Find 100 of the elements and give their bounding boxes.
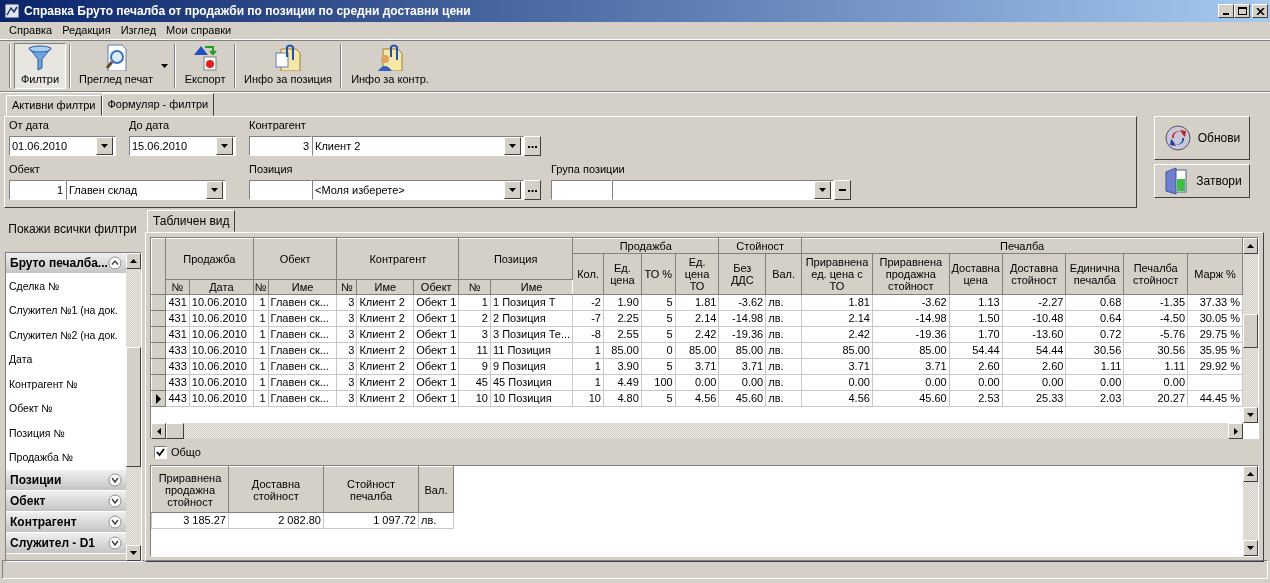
menu-item[interactable]: Редакция — [57, 21, 116, 40]
table-cell: 25.33 — [1002, 390, 1066, 407]
column-header[interactable]: Печалба стойност — [1123, 253, 1188, 295]
dropdown-button[interactable] — [206, 181, 223, 200]
menu-item[interactable]: Мои справки — [161, 21, 237, 40]
column-header[interactable]: Доставна стойност — [1002, 253, 1066, 295]
table-cell: 1 — [253, 294, 269, 311]
show-all-filters-button[interactable]: Покажи всички филтри — [0, 214, 145, 244]
tab[interactable]: Табличен вид — [147, 210, 236, 233]
column-header[interactable]: Доставна цена — [949, 253, 1003, 295]
select-field[interactable]: Клиент 2 — [312, 136, 524, 157]
code-field[interactable]: 3 — [249, 136, 312, 157]
toolbar-button[interactable]: Експорт — [179, 42, 232, 89]
close-button[interactable] — [1252, 4, 1268, 18]
filter-group-header[interactable]: Позиции — [6, 470, 126, 491]
filter-item[interactable]: Позиция № — [6, 421, 126, 446]
filter-item[interactable]: Служител №1 (на док. — [6, 298, 126, 323]
scroll-thumb[interactable] — [166, 423, 184, 440]
column-header[interactable]: Приравнена продажна стойност — [151, 466, 229, 513]
menu-item[interactable]: Справка — [4, 21, 58, 40]
column-header[interactable]: Ед. цена ТО — [675, 253, 719, 295]
column-header[interactable]: Единична печалба — [1065, 253, 1124, 295]
filter-group-header[interactable]: Бруто печалба... — [6, 253, 126, 274]
date-field[interactable]: 01.06.2010 — [9, 136, 116, 157]
select-field[interactable] — [612, 180, 834, 201]
column-header[interactable]: Вал. — [765, 253, 802, 295]
field-label: До дата — [129, 119, 171, 133]
table-cell: -13.60 — [1002, 326, 1066, 343]
column-header[interactable]: Кол. — [572, 253, 604, 295]
select-field[interactable]: Главен склад — [66, 180, 226, 201]
dropdown-button[interactable] — [96, 137, 113, 156]
dropdown-button[interactable] — [504, 181, 521, 200]
vertical-scrollbar[interactable] — [1243, 466, 1258, 557]
scroll-thumb[interactable] — [126, 347, 141, 467]
ellipsis-button[interactable] — [524, 180, 541, 201]
code-field[interactable]: 1 — [9, 180, 66, 201]
column-header[interactable]: Доставна стойност — [228, 466, 324, 513]
column-header[interactable]: Стойност печалба — [323, 466, 419, 513]
dropdown-button[interactable] — [216, 137, 233, 156]
filter-item[interactable]: Контрагент № — [6, 372, 126, 397]
table-cell: 3 — [337, 342, 357, 359]
caret-icon — [101, 144, 108, 149]
column-group-header: Позиция — [458, 238, 573, 280]
table-cell: 3 Позиция Те... — [490, 326, 573, 343]
column-header[interactable]: Без ДДС — [718, 253, 766, 295]
filter-item[interactable]: Дата — [6, 347, 126, 372]
table-cell: 2.42 — [675, 326, 719, 343]
column-header[interactable]: Приравнена ед. цена с ТО — [801, 253, 873, 295]
table-cell: 3.71 — [872, 358, 950, 375]
table-cell: 10.06.2010 — [189, 358, 254, 375]
toolbar-button[interactable]: Инфо за контр. — [345, 42, 435, 89]
table-cell: 1 — [253, 374, 269, 391]
scroll-down-icon — [130, 551, 137, 555]
checkbox[interactable] — [154, 445, 167, 459]
code-field[interactable] — [551, 180, 613, 201]
filter-group-header[interactable]: Служител - D1 — [6, 533, 126, 554]
table-cell: 3 — [337, 374, 357, 391]
toolbar-button[interactable]: Инфо за позиция — [239, 42, 337, 89]
toolbar-button[interactable]: Преглед печат — [74, 42, 159, 89]
tab[interactable]: Активни филтри — [6, 94, 102, 116]
table-cell: 3 — [337, 294, 357, 311]
filter-item[interactable]: Обект № — [6, 396, 126, 421]
minimize-button[interactable] — [1218, 4, 1234, 18]
ellipsis-button[interactable] — [524, 136, 541, 157]
field-label: От дата — [9, 119, 50, 133]
table-cell: 2.60 — [949, 358, 1003, 375]
filter-item[interactable]: Служител №2 (на док. — [6, 323, 126, 348]
dropdown-button[interactable] — [814, 181, 831, 200]
column-header[interactable]: Ед. цена — [603, 253, 642, 295]
clear-button[interactable] — [834, 180, 851, 201]
vertical-scrollbar[interactable] — [126, 253, 141, 561]
column-header[interactable]: Приравнена продажна стойност — [872, 253, 950, 295]
filter-group-header[interactable]: Обект — [6, 491, 126, 512]
table-cell: Клиент 2 — [356, 390, 414, 407]
date-field[interactable]: 15.06.2010 — [129, 136, 236, 157]
filter-group-header[interactable]: Контрагент — [6, 512, 126, 533]
table-cell: 1 — [253, 390, 269, 407]
toolbar-button[interactable]: Филтри — [14, 42, 66, 89]
column-header[interactable]: Марж % — [1187, 253, 1243, 295]
vertical-scrollbar[interactable] — [1243, 238, 1258, 424]
table-cell: -2.27 — [1002, 294, 1066, 311]
table-cell: 3 — [458, 326, 491, 343]
scroll-up-icon — [1247, 472, 1254, 477]
dropdown-button[interactable] — [504, 137, 521, 156]
code-field[interactable] — [249, 180, 312, 201]
table-cell: 11 Позиция — [490, 342, 573, 359]
column-header[interactable]: Вал. — [418, 466, 454, 513]
expand-icon — [108, 473, 122, 487]
menu-item[interactable]: Изглед — [115, 21, 162, 40]
maximize-button[interactable] — [1234, 4, 1250, 18]
table-cell: 443 — [165, 390, 190, 407]
table-cell: 5 — [641, 326, 676, 343]
filter-item[interactable]: Продажба № — [6, 445, 126, 470]
action-button[interactable]: Затвори — [1154, 164, 1250, 198]
action-button[interactable]: Обнови — [1154, 116, 1250, 160]
horizontal-scrollbar[interactable] — [151, 423, 1243, 440]
filter-item[interactable]: Сделка № — [6, 274, 126, 299]
select-field[interactable]: <Моля изберете> — [312, 180, 524, 201]
tab[interactable]: Формуляр - филтри — [101, 92, 215, 116]
scroll-thumb[interactable] — [1243, 313, 1258, 348]
